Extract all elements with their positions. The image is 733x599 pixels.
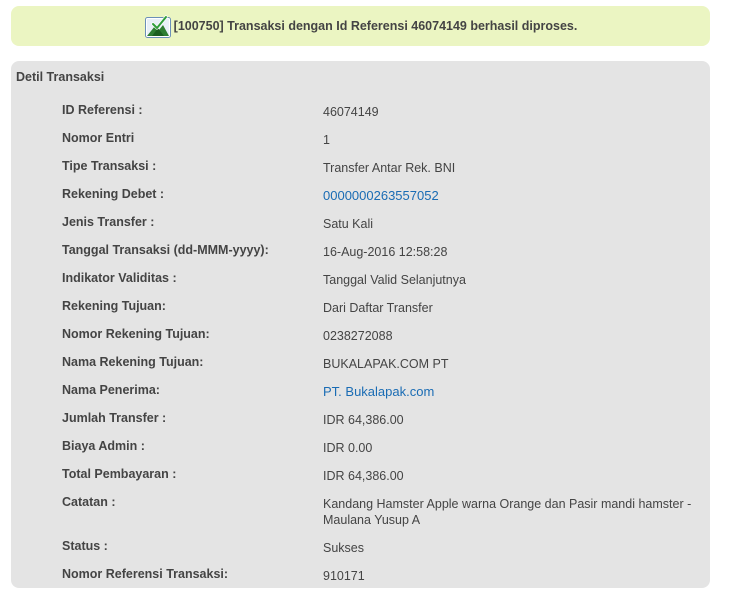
detail-label: ID Referensi : bbox=[62, 103, 143, 117]
detail-label: Nomor Rekening Tujuan: bbox=[62, 327, 210, 341]
detail-label: Nama Penerima: bbox=[62, 383, 160, 397]
detail-label: Tipe Transaksi : bbox=[62, 159, 157, 173]
detail-value: Kandang Hamster Apple warna Orange dan P… bbox=[323, 497, 692, 527]
detail-label: Catatan : bbox=[62, 495, 116, 509]
detail-label: Jumlah Transfer : bbox=[62, 411, 167, 425]
detail-label: Indikator Validitas : bbox=[62, 271, 177, 285]
detail-value-link[interactable]: 0000000263557052 bbox=[323, 188, 698, 204]
detail-label: Status : bbox=[62, 539, 108, 553]
detail-value: Satu Kali bbox=[323, 217, 374, 231]
detail-label: Total Pembayaran : bbox=[62, 467, 177, 481]
detail-value: IDR 0.00 bbox=[323, 441, 373, 455]
detail-value-link[interactable]: PT. Bukalapak.com bbox=[323, 384, 698, 400]
detail-label: Nomor Entri bbox=[62, 131, 135, 145]
banner-message: [100750] Transaksi dengan Id Referensi 4… bbox=[173, 19, 578, 33]
detail-label: Tanggal Transaksi (dd-MMM-yyyy): bbox=[62, 243, 269, 257]
detail-value: 1 bbox=[323, 133, 330, 147]
detail-label: Biaya Admin : bbox=[62, 439, 145, 453]
panel-title: Detil Transaksi bbox=[16, 70, 105, 84]
transaction-detail-panel: Detil Transaksi ID Referensi : 46074149 No… bbox=[11, 61, 710, 588]
detail-value: 16-Aug-2016 12:58:28 bbox=[323, 245, 448, 259]
detail-label: Nomor Referensi Transaksi: bbox=[62, 567, 229, 581]
detail-label: Rekening Tujuan: bbox=[62, 299, 166, 313]
detail-value: 46074149 bbox=[323, 105, 379, 119]
detail-label: Jenis Transfer : bbox=[62, 215, 155, 229]
banner-content: [100750] Transaksi dengan Id Referensi 4… bbox=[144, 13, 578, 39]
detail-value: IDR 64,386.00 bbox=[323, 413, 404, 427]
success-check-icon bbox=[144, 13, 172, 39]
detail-value: IDR 64,386.00 bbox=[323, 469, 404, 483]
success-banner: [100750] Transaksi dengan Id Referensi 4… bbox=[11, 6, 710, 46]
detail-value: Dari Daftar Transfer bbox=[323, 301, 433, 315]
detail-value: Sukses bbox=[323, 541, 364, 555]
detail-value: 0238272088 bbox=[323, 329, 393, 343]
detail-value: Transfer Antar Rek. BNI bbox=[323, 161, 456, 175]
detail-value: Tanggal Valid Selanjutnya bbox=[323, 273, 466, 287]
detail-label: Rekening Debet : bbox=[62, 187, 165, 201]
detail-value: BUKALAPAK.COM PT bbox=[323, 357, 449, 371]
detail-label: Nama Rekening Tujuan: bbox=[62, 355, 204, 369]
detail-value: 910171 bbox=[323, 569, 365, 583]
